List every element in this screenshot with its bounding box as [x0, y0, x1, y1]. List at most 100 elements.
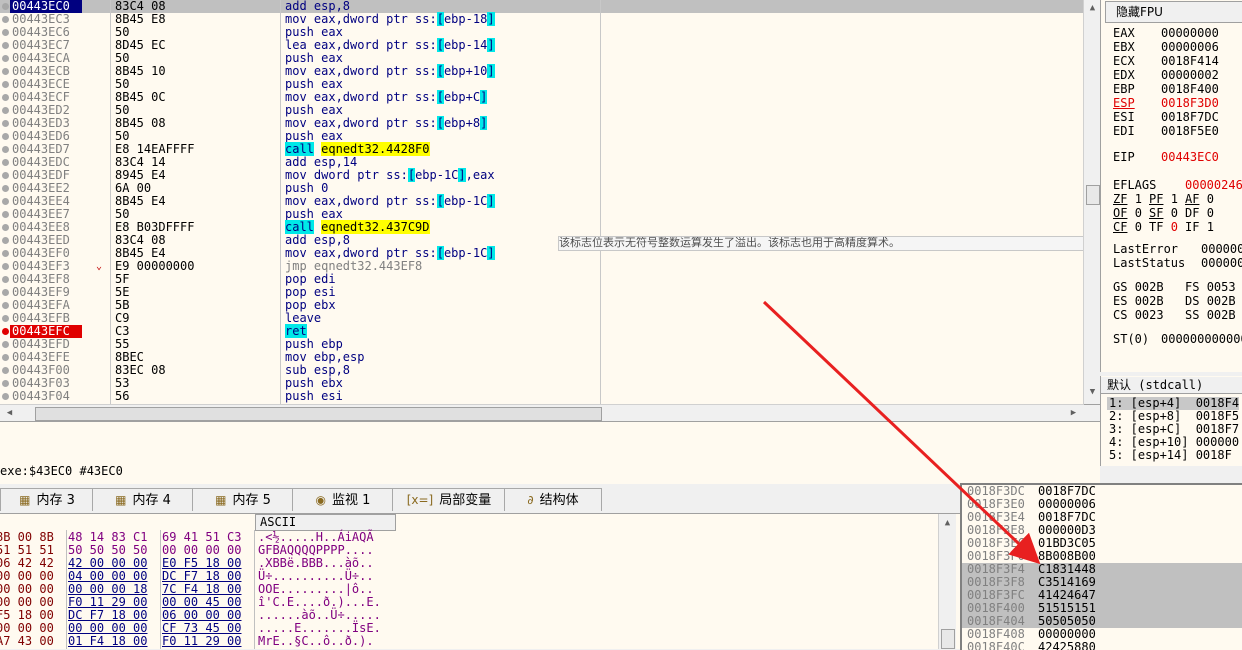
tab-1[interactable]: ▦ 内存 3 [0, 488, 94, 511]
stack-pane[interactable]: 0018F3DC 0018F7DC 0018F3E0 00000006 0018F3E4… [960, 483, 1242, 650]
disasm-row[interactable]: 00443EE4 8B45 E4 mov eax,dword ptr ss:[ebp… [0, 194, 1084, 208]
disasm-row[interactable]: ⌄ 00443EF3 E9 00000000 jmp eqnedt32.443EF8 [0, 260, 1084, 273]
disassembly-vertical-scrollbar[interactable]: ▲ ▼ [1083, 0, 1100, 404]
register-edx[interactable]: EDX 00000002 [1113, 68, 1219, 82]
register-ebp[interactable]: EBP 0018F400 [1113, 82, 1219, 96]
breakpoint-marker-icon[interactable] [2, 211, 9, 218]
breakpoint-marker-icon[interactable] [2, 328, 9, 335]
scroll-left-icon[interactable]: ◀ [2, 406, 17, 421]
flag-if[interactable]: IF 1 [1185, 220, 1221, 234]
register-eflags[interactable]: EFLAGS 00000246 [1113, 178, 1242, 192]
breakpoint-marker-icon[interactable] [2, 302, 9, 309]
segment-cs[interactable]: CS 0023 [1113, 308, 1185, 322]
breakpoint-marker-icon[interactable] [2, 68, 9, 75]
breakpoint-marker-icon[interactable] [2, 393, 9, 400]
scroll-thumb[interactable] [35, 407, 602, 421]
disasm-row[interactable]: 00443EFD 55 push ebp [0, 338, 1084, 351]
flag-sf[interactable]: SF 0 [1149, 206, 1185, 220]
register-ecx[interactable]: ECX 0018F414 [1113, 54, 1219, 68]
disasm-row[interactable]: 00443EF8 5F pop edi [0, 273, 1084, 286]
breakpoint-marker-icon[interactable] [2, 16, 9, 23]
memory-dump-pane[interactable]: ASCII 8B 00 8B 48 14 83 C1 69 41 51 C3 .<½.… [0, 513, 960, 649]
breakpoint-marker-icon[interactable] [2, 120, 9, 127]
breakpoint-marker-icon[interactable] [2, 289, 9, 296]
stack-row[interactable]: 0018F40C 42425880 [962, 641, 1242, 650]
dump-vertical-scrollbar[interactable]: ▲ [938, 514, 956, 649]
tab-5[interactable]: [x=] 局部变量 [392, 488, 506, 511]
register-laststatus[interactable]: LastStatus 00000000 [1113, 256, 1242, 270]
breakpoint-marker-icon[interactable] [2, 224, 9, 231]
disasm-row[interactable]: 00443F03 53 push ebx [0, 377, 1084, 390]
flag-of[interactable]: OF 0 [1113, 206, 1149, 220]
breakpoint-marker-icon[interactable] [2, 250, 9, 257]
calling-convention-select[interactable]: 默认 (stdcall) [1101, 377, 1242, 394]
scroll-thumb[interactable] [941, 629, 955, 649]
breakpoint-marker-icon[interactable] [2, 276, 9, 283]
disasm-row[interactable]: 00443EFB C9 leave [0, 312, 1084, 325]
tab-4[interactable]: ◉ 监视 1 [292, 488, 394, 511]
segment-ss[interactable]: SS 002B [1185, 308, 1242, 322]
scroll-down-icon[interactable]: ▼ [1085, 385, 1100, 400]
segment-es[interactable]: ES 002B [1113, 294, 1185, 308]
breakpoint-marker-icon[interactable] [2, 55, 9, 62]
disassembly-horizontal-scrollbar[interactable]: ◀ ▶ [0, 404, 1084, 422]
segment-gs[interactable]: GS 002B [1113, 280, 1185, 294]
disasm-row[interactable]: 00443EFA 5B pop ebx [0, 299, 1084, 312]
breakpoint-marker-icon[interactable] [2, 198, 9, 205]
disasm-row[interactable]: 00443ECB 8B45 10 mov eax,dword ptr ss:[ebp… [0, 64, 1084, 78]
hide-fpu-button[interactable]: 隐藏FPU [1105, 1, 1242, 23]
scroll-thumb[interactable] [1086, 185, 1100, 205]
disasm-row[interactable]: 00443F00 83EC 08 sub esp,8 [0, 364, 1084, 377]
flag-df[interactable]: DF 0 [1185, 206, 1221, 220]
breakpoint-marker-icon[interactable] [2, 185, 9, 192]
segment-fs[interactable]: FS 0053 [1185, 280, 1242, 294]
register-eip[interactable]: EIP 00443EC0 [1113, 150, 1219, 164]
breakpoint-marker-icon[interactable] [2, 367, 9, 374]
disassembly-pane[interactable]: 00443EC0 83C4 08 add esp,8 00443EC3 8B45 E8 m… [0, 0, 1100, 405]
disasm-row[interactable]: 00443EDF 8945 E4 mov dword ptr ss:[ebp-1C]… [0, 168, 1084, 182]
breakpoint-marker-icon[interactable] [2, 81, 9, 88]
scroll-right-icon[interactable]: ▶ [1066, 406, 1081, 421]
register-edi[interactable]: EDI 0018F5E0 [1113, 124, 1219, 138]
breakpoint-marker-icon[interactable] [2, 159, 9, 166]
register-st0[interactable]: ST(0) 0000000000000000 [1113, 332, 1242, 346]
tab-3[interactable]: ▦ 内存 5 [192, 488, 294, 511]
tab-2[interactable]: ▦ 内存 4 [92, 488, 194, 511]
register-esp[interactable]: ESP 0018F3D0 [1113, 96, 1219, 110]
breakpoint-marker-icon[interactable] [2, 341, 9, 348]
tab-6[interactable]: ∂ 结构体 [504, 488, 602, 511]
flag-af[interactable]: AF 0 [1185, 192, 1221, 206]
breakpoint-marker-icon[interactable] [2, 380, 9, 387]
scroll-up-icon[interactable]: ▲ [940, 516, 955, 531]
breakpoint-marker-icon[interactable] [2, 146, 9, 153]
breakpoint-marker-icon[interactable] [2, 29, 9, 36]
breakpoint-marker-icon[interactable] [2, 3, 9, 10]
breakpoint-marker-icon[interactable] [2, 107, 9, 114]
argument-row[interactable]: 5: [esp+14] 0018F [1109, 449, 1232, 462]
register-eax[interactable]: EAX 00000000 [1113, 26, 1219, 40]
breakpoint-marker-icon[interactable] [2, 42, 9, 49]
disasm-row[interactable]: 00443EF9 5E pop esi [0, 286, 1084, 299]
disasm-row[interactable]: 00443ECF 8B45 0C mov eax,dword ptr ss:[ebp… [0, 90, 1084, 104]
flag-zf[interactable]: ZF 1 [1113, 192, 1149, 206]
ascii-column-header[interactable]: ASCII [255, 514, 396, 531]
register-lasterror[interactable]: LastError 00000000 [1113, 242, 1242, 256]
breakpoint-marker-icon[interactable] [2, 94, 9, 101]
flag-pf[interactable]: PF 1 [1149, 192, 1185, 206]
disasm-row[interactable]: 00443EC7 8D45 EC lea eax,dword ptr ss:[ebp… [0, 38, 1084, 52]
scroll-up-icon[interactable]: ▲ [1085, 1, 1100, 16]
flag-cf[interactable]: CF 0 [1113, 220, 1149, 234]
disasm-row[interactable]: 00443EFC C3 ret [0, 324, 1084, 338]
breakpoint-marker-icon[interactable] [2, 354, 9, 361]
breakpoint-marker-icon[interactable] [2, 315, 9, 322]
register-esi[interactable]: ESI 0018F7DC [1113, 110, 1219, 124]
flag-tf[interactable]: TF 0 [1149, 220, 1185, 234]
segment-ds[interactable]: DS 002B [1185, 294, 1242, 308]
disasm-row[interactable]: 00443ED3 8B45 08 mov eax,dword ptr ss:[ebp… [0, 116, 1084, 130]
breakpoint-marker-icon[interactable] [2, 133, 9, 140]
disasm-row[interactable]: 00443EC3 8B45 E8 mov eax,dword ptr ss:[ebp… [0, 12, 1084, 26]
register-ebx[interactable]: EBX 00000006 [1113, 40, 1219, 54]
disasm-row[interactable]: 00443F04 56 push esi [0, 390, 1084, 403]
breakpoint-marker-icon[interactable] [2, 263, 9, 270]
breakpoint-marker-icon[interactable] [2, 237, 9, 244]
